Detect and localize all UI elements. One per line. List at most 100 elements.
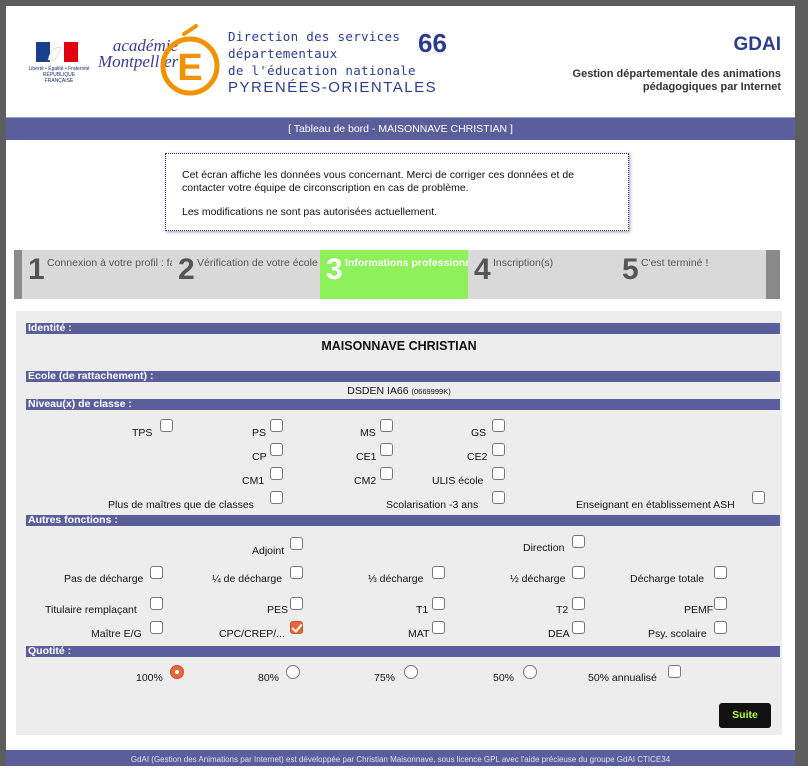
niveau-gs-label: GS	[471, 427, 487, 439]
section-niveaux: Niveau(x) de classe :	[26, 399, 780, 410]
fonction-tiers-decharge-checkbox[interactable]	[432, 566, 445, 579]
section-identite: Identité :	[26, 323, 780, 334]
footer-text: GdAI (Gestion des Animations par Interne…	[130, 755, 671, 764]
niveau-ulis-checkbox[interactable]	[492, 467, 505, 480]
fonction-decharge-totale-checkbox[interactable]	[714, 566, 727, 579]
niveau-tps-checkbox[interactable]	[160, 419, 173, 432]
section-ecole: Ecole (de rattachement) :	[26, 371, 780, 382]
fonction-psy-scolaire-label: Psy. scolaire	[648, 628, 707, 640]
niveau-ms-label: MS	[360, 427, 376, 439]
fonction-mat-checkbox[interactable]	[432, 621, 445, 634]
niveau-ce2-checkbox[interactable]	[492, 443, 505, 456]
step-2-number: 2	[178, 253, 195, 286]
fonction-decharge-totale-label: Décharge totale	[630, 573, 705, 585]
step-1-label: Connexion à votre profil : fait !	[47, 257, 187, 269]
fonction-pas-decharge-checkbox[interactable]	[150, 566, 163, 579]
notice-line-1: Cet écran affiche les données vous conce…	[182, 169, 575, 194]
footer: GdAI (Gestion des Animations par Interne…	[6, 750, 795, 766]
fonction-quart-decharge-checkbox[interactable]	[290, 566, 303, 579]
fonction-t1-checkbox[interactable]	[432, 597, 445, 610]
quotite-100-label: 100%	[136, 672, 163, 684]
suite-button[interactable]: Suite	[719, 703, 771, 728]
fonction-pes-label: PES	[267, 604, 289, 616]
top-strip	[6, 0, 795, 6]
teacher-name: MAISONNAVE CHRISTIAN	[321, 339, 477, 353]
step-1-number: 1	[28, 253, 45, 286]
step-5-number: 5	[622, 253, 639, 286]
quotite-50-annualise-label: 50% annualisé	[588, 672, 657, 684]
republique-francaise-logo: Liberté • Égalité • Fraternité RÉPUBLIQU…	[28, 42, 90, 84]
right-border	[795, 0, 808, 766]
school-name: DSDEN IA66	[347, 385, 409, 397]
niveau-cm2-checkbox[interactable]	[380, 467, 393, 480]
fonction-dea-label: DEA	[548, 628, 570, 640]
fonction-titulaire-remplacant-checkbox[interactable]	[150, 597, 163, 610]
department-number: 66	[418, 28, 447, 58]
fonction-pes-checkbox[interactable]	[290, 597, 303, 610]
fonction-psy-scolaire-checkbox[interactable]	[714, 621, 727, 634]
quotite-50-label: 50%	[493, 672, 515, 684]
progress-steps: 1 Connexion à votre profil : fait ! 2 Vé…	[14, 250, 788, 299]
fonction-dea-checkbox[interactable]	[572, 621, 585, 634]
fonction-demi-decharge-checkbox[interactable]	[572, 566, 585, 579]
marianne-flag-icon	[36, 42, 78, 62]
niveau-ash-checkbox[interactable]	[752, 491, 765, 504]
quotite-75-label: 75%	[374, 672, 396, 684]
dashboard-titlebar: [ Tableau de bord - MAISONNAVE CHRISTIAN…	[6, 117, 795, 140]
dashboard-title: [ Tableau de bord - MAISONNAVE CHRISTIAN…	[288, 123, 513, 135]
niveau-cm1-label: CM1	[242, 475, 265, 487]
step-2-label: Vérification de votre école	[197, 257, 318, 269]
school-info: DSDEN IA66 (0669999K)	[16, 385, 782, 397]
notice-line-2: Les modifications ne sont pas autorisées…	[182, 206, 438, 218]
fonction-t1-label: T1	[416, 604, 429, 616]
app-title: GDAI	[733, 34, 782, 55]
direction-line-3: de l'éducation nationale	[228, 63, 416, 78]
fonction-titulaire-remplacant-label: Titulaire remplaçant	[45, 604, 137, 616]
professional-info-form: Identité : MAISONNAVE CHRISTIAN Ecole (d…	[16, 311, 782, 735]
fonction-pemf-checkbox[interactable]	[714, 597, 727, 610]
quotite-50-annualise-checkbox[interactable]	[668, 665, 681, 678]
fonction-adjoint-checkbox[interactable]	[290, 537, 303, 550]
fonction-direction-label: Direction	[523, 542, 565, 554]
app-subtitle: Gestion départementale des animations pé…	[572, 68, 781, 93]
direction-line-2: départementaux	[228, 46, 338, 61]
niveau-cp-checkbox[interactable]	[270, 443, 283, 456]
niveau-ce1-label: CE1	[356, 451, 377, 463]
step-4-label: Inscription(s)	[493, 257, 554, 269]
niveau-ms-checkbox[interactable]	[380, 419, 393, 432]
fonction-adjoint-label: Adjoint	[252, 545, 285, 557]
step-3-active: 3 Informations professionnelles	[320, 250, 495, 299]
quotite-50-radio[interactable]	[523, 665, 537, 679]
step-5-label: C'est terminé !	[641, 257, 709, 269]
fonction-cpc-crep-label: CPC/CREP/...	[219, 628, 285, 640]
fonction-demi-decharge-label: ½ décharge	[510, 573, 566, 585]
quotite-80-radio[interactable]	[286, 665, 300, 679]
niveau-ps-label: PS	[252, 427, 267, 439]
direction-block: Direction des services départementaux de…	[228, 28, 437, 96]
quotite-100-radio-selected[interactable]	[170, 665, 184, 679]
fonction-tiers-decharge-label: ⅓ décharge	[368, 573, 424, 585]
fonction-pas-decharge-label: Pas de décharge	[64, 573, 144, 585]
fonction-direction-checkbox[interactable]	[572, 535, 585, 548]
fonction-cpc-crep-checkbox-checked[interactable]	[290, 621, 303, 634]
fonction-quart-decharge-label: ¼ de décharge	[212, 573, 283, 585]
quotite-75-radio[interactable]	[404, 665, 418, 679]
step-2: 2 Vérification de votre école	[172, 250, 320, 299]
steps-right-edge	[766, 250, 780, 299]
fonction-maitre-eg-checkbox[interactable]	[150, 621, 163, 634]
niveau-scolarisation-label: Scolarisation -3 ans	[386, 499, 479, 511]
niveau-cp-label: CP	[252, 451, 267, 463]
niveau-plus-maitres-checkbox[interactable]	[270, 491, 283, 504]
niveau-cm1-checkbox[interactable]	[270, 467, 283, 480]
page: Liberté • Égalité • Fraternité RÉPUBLIQU…	[6, 0, 795, 766]
step-1: 1 Connexion à votre profil : fait !	[22, 250, 187, 299]
niveau-scolarisation-checkbox[interactable]	[492, 491, 505, 504]
rf-logo-text: Liberté • Égalité • Fraternité RÉPUBLIQU…	[28, 66, 90, 84]
academie-e-logo-icon: E	[160, 24, 220, 96]
niveau-ps-checkbox[interactable]	[270, 419, 283, 432]
section-quotite: Quotité :	[26, 646, 780, 657]
niveau-gs-checkbox[interactable]	[492, 419, 505, 432]
fonction-t2-checkbox[interactable]	[572, 597, 585, 610]
niveau-ce1-checkbox[interactable]	[380, 443, 393, 456]
svg-text:E: E	[177, 47, 202, 89]
